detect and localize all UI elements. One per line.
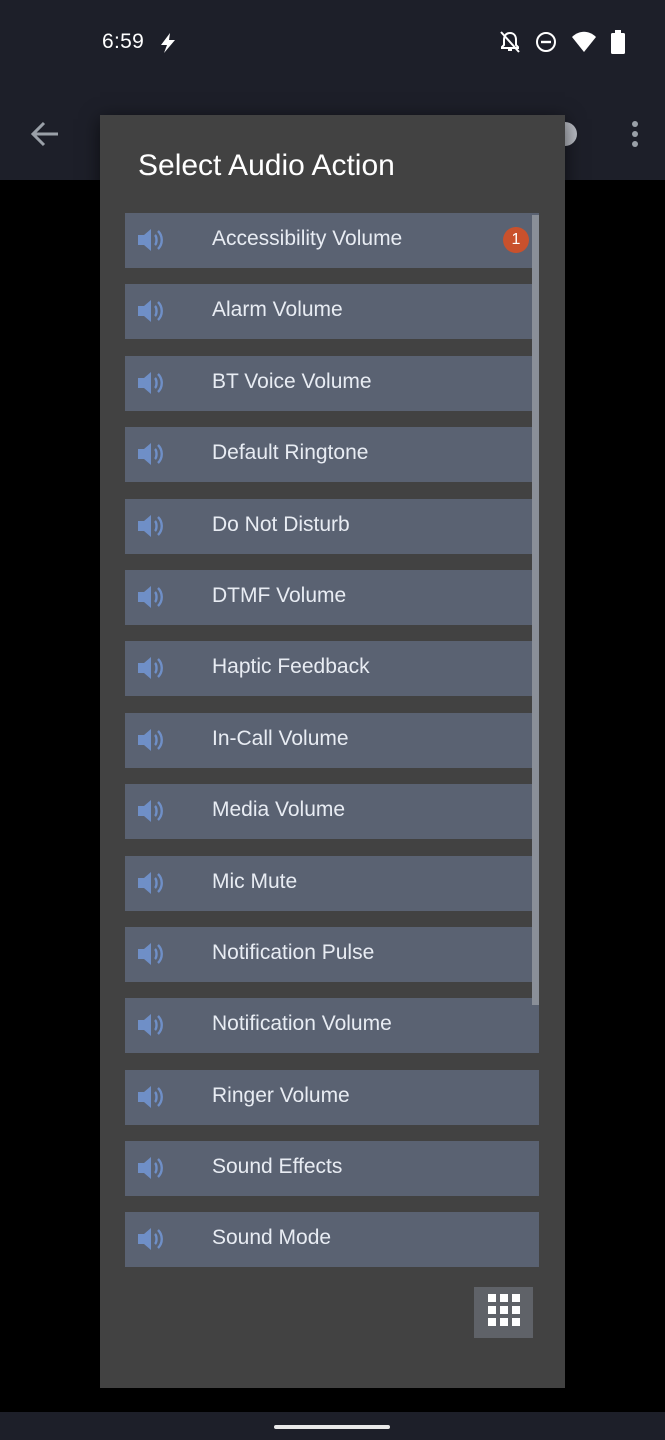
speaker-icon bbox=[136, 1154, 166, 1187]
list-item-label: Ringer Volume bbox=[212, 1083, 350, 1107]
speaker-icon bbox=[136, 1083, 166, 1116]
speaker-icon bbox=[136, 654, 166, 687]
list-item[interactable]: DTMF Volume bbox=[125, 569, 539, 625]
back-arrow-icon[interactable] bbox=[28, 118, 62, 155]
list-item[interactable]: Alarm Volume bbox=[125, 284, 539, 340]
list-item[interactable]: Haptic Feedback bbox=[125, 641, 539, 697]
speaker-icon bbox=[136, 226, 166, 259]
list-item-label: Do Not Disturb bbox=[212, 512, 350, 536]
list-item-label: BT Voice Volume bbox=[212, 369, 372, 393]
list-item[interactable]: Media Volume bbox=[125, 784, 539, 840]
list-item-label: Mic Mute bbox=[212, 869, 298, 893]
navigation-bar bbox=[0, 1412, 665, 1440]
do-not-disturb-icon bbox=[535, 31, 557, 58]
speaker-icon bbox=[136, 440, 166, 473]
speaker-icon bbox=[136, 583, 166, 616]
dialog-title: Select Audio Action bbox=[138, 149, 395, 182]
home-handle[interactable] bbox=[274, 1425, 390, 1429]
list-item[interactable]: Sound Effects bbox=[125, 1141, 539, 1197]
status-time: 6:59 bbox=[102, 30, 145, 53]
count-badge: 1 bbox=[503, 227, 529, 253]
more-vert-icon[interactable] bbox=[631, 120, 639, 153]
wifi-icon bbox=[571, 31, 597, 58]
status-icons bbox=[499, 30, 625, 59]
list-item[interactable]: Sound Mode bbox=[125, 1212, 539, 1268]
list-item[interactable]: Mic Mute bbox=[125, 855, 539, 911]
list-item-label: Media Volume bbox=[212, 798, 346, 822]
list-item[interactable]: Notification Pulse bbox=[125, 926, 539, 982]
list-item[interactable]: Ringer Volume bbox=[125, 1069, 539, 1125]
speaker-icon bbox=[136, 869, 166, 902]
scrollbar[interactable] bbox=[532, 215, 539, 1005]
battery-icon bbox=[611, 30, 625, 59]
notifications-off-icon bbox=[499, 30, 521, 59]
grid-icon bbox=[487, 1294, 520, 1331]
list-item[interactable]: BT Voice Volume bbox=[125, 355, 539, 411]
speaker-icon bbox=[136, 726, 166, 759]
list-item[interactable]: Accessibility Volume 1 bbox=[125, 213, 539, 268]
speaker-icon bbox=[136, 1225, 166, 1258]
list-item-label: Notification Volume bbox=[212, 1012, 392, 1036]
grid-view-button[interactable] bbox=[474, 1287, 533, 1338]
list-item-label: Notification Pulse bbox=[212, 940, 375, 964]
speaker-icon bbox=[136, 369, 166, 402]
speaker-icon bbox=[136, 1011, 166, 1044]
list-item-label: Accessibility Volume bbox=[212, 227, 403, 250]
select-audio-action-dialog: Select Audio Action Accessibility Volume… bbox=[100, 115, 565, 1388]
list-item[interactable]: Do Not Disturb bbox=[125, 498, 539, 554]
speaker-icon bbox=[136, 940, 166, 973]
list-item[interactable]: In-Call Volume bbox=[125, 712, 539, 768]
list-item[interactable]: Default Ringtone bbox=[125, 427, 539, 483]
list-item-label: Sound Effects bbox=[212, 1155, 343, 1179]
speaker-icon bbox=[136, 797, 166, 830]
speaker-icon bbox=[136, 297, 166, 330]
audio-action-list[interactable]: Accessibility Volume 1 Alarm Volume BT Voic… bbox=[125, 213, 539, 1284]
speaker-icon bbox=[136, 512, 166, 545]
list-item-label: Alarm Volume bbox=[212, 298, 343, 322]
list-item-label: In-Call Volume bbox=[212, 726, 349, 750]
list-item[interactable]: Notification Volume bbox=[125, 998, 539, 1054]
list-item-label: Sound Mode bbox=[212, 1226, 332, 1250]
bolt-icon bbox=[158, 32, 178, 59]
list-item-label: Haptic Feedback bbox=[212, 655, 370, 679]
list-item-label: DTMF Volume bbox=[212, 583, 347, 607]
list-item-label: Default Ringtone bbox=[212, 441, 369, 465]
status-bar: 6:59 bbox=[0, 0, 665, 90]
